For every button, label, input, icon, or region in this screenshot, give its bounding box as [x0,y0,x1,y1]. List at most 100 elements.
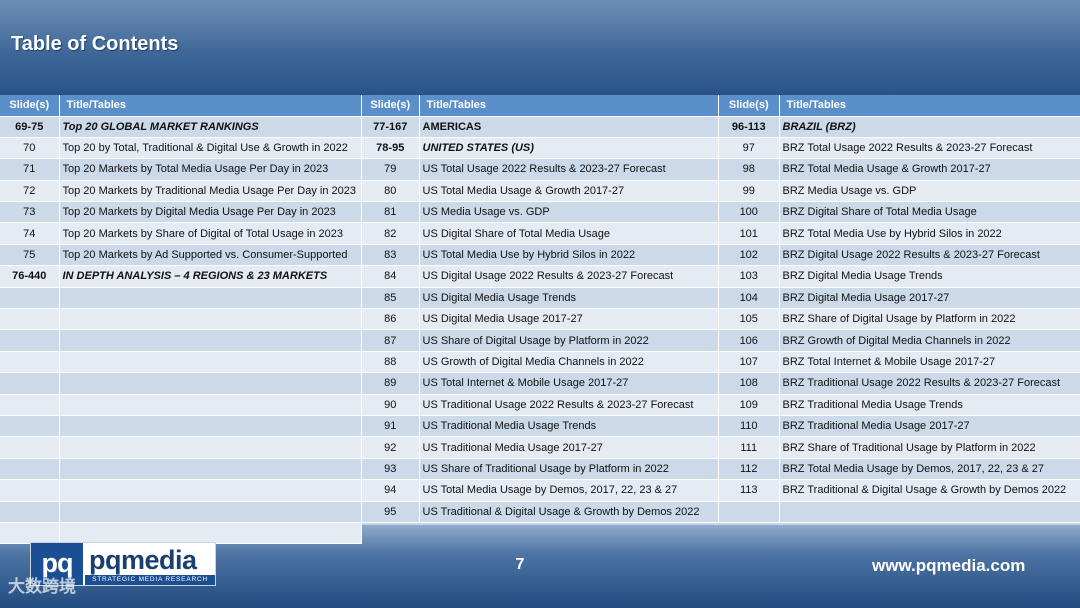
slide-number: 94 [362,479,420,502]
slide-column-header: Slide(s) [0,95,60,117]
toc-row [719,501,1080,523]
slide-number: 112 [719,458,780,481]
slide-title [59,479,362,502]
toc-row [0,372,362,395]
slide-column-header: Slide(s) [362,95,420,117]
slide-title: BRZ Share of Traditional Usage by Platfo… [779,436,1080,459]
slide-title: BRZ Traditional Media Usage Trends [779,394,1080,416]
slide-number [0,415,60,438]
slide-number: 76-440 [0,265,60,288]
slide-number: 100 [719,201,780,224]
slide-number: 93 [362,458,420,481]
toc-body: 69-75 Top 20 GLOBAL MARKET RANKINGS 70 Top … [0,116,362,545]
slide-number: 110 [719,415,780,438]
toc-row: 100 BRZ Digital Share of Total Media Usag… [719,201,1080,224]
slide-number: 79 [362,158,420,181]
toc-header-row: Slide(s) Title/Tables [362,95,719,117]
toc-row: 105 BRZ Share of Digital Usage by Platfor… [719,308,1080,331]
slide-number: 87 [362,329,420,352]
slide-title: BRZ Digital Share of Total Media Usage [779,201,1080,224]
slide-title [779,501,1080,523]
slide-title: US Total Internet & Mobile Usage 2017-27 [419,372,719,395]
toc-row: 89 US Total Internet & Mobile Usage 2017-… [362,372,719,395]
toc-row: 92 US Traditional Media Usage 2017-27 [362,436,719,459]
toc-row: 69-75 Top 20 GLOBAL MARKET RANKINGS [0,116,362,138]
toc-table-global: Slide(s) Title/Tables 69-75 Top 20 GLOBAL… [0,95,362,545]
toc-row [0,415,362,438]
slide-title: Top 20 Markets by Digital Media Usage Pe… [59,201,362,224]
toc-row: 74 Top 20 Markets by Share of Digital of … [0,222,362,245]
slide-title [59,522,362,545]
toc-body: 96-113 BRAZIL (BRZ) 97 BRZ Total Usage 2022… [719,116,1080,523]
slide-title: US Media Usage vs. GDP [419,201,719,224]
slide-number: 85 [362,287,420,310]
logo-tagline: STRATEGIC MEDIA RESEARCH [85,575,215,585]
slide-title: US Total Media Usage & Growth 2017-27 [419,180,719,203]
toc-header-row: Slide(s) Title/Tables [0,95,362,117]
slide-number: 109 [719,394,780,416]
slide-number [0,287,60,310]
slide-title: Top 20 Markets by Share of Digital of To… [59,222,362,245]
slide-title: US Share of Traditional Usage by Platfor… [419,458,719,481]
slide-title: Top 20 GLOBAL MARKET RANKINGS [59,116,362,138]
toc-row: 95 US Traditional & Digital Usage & Growt… [362,501,719,523]
slide-number [0,522,60,545]
toc-row: 75 Top 20 Markets by Ad Supported vs. Con… [0,244,362,267]
slide-number [0,329,60,352]
toc-row: 91 US Traditional Media Usage Trends [362,415,719,438]
slide-title: US Digital Share of Total Media Usage [419,222,719,245]
toc-row: 98 BRZ Total Media Usage & Growth 2017-27 [719,158,1080,181]
toc-row: 86 US Digital Media Usage 2017-27 [362,308,719,331]
title-column-header: Title/Tables [419,95,719,117]
slide-title: Top 20 Markets by Total Media Usage Per … [59,158,362,181]
slide-number [0,501,60,523]
toc-row: 110 BRZ Traditional Media Usage 2017-27 [719,415,1080,438]
toc-row: 82 US Digital Share of Total Media Usage [362,222,719,245]
site-url[interactable]: www.pqmedia.com [872,556,1025,576]
slide-title: US Total Media Usage by Demos, 2017, 22,… [419,479,719,502]
slide-number [0,479,60,502]
toc-header-row: Slide(s) Title/Tables [719,95,1080,117]
slide-number: 86 [362,308,420,331]
slide-title: US Digital Media Usage 2017-27 [419,308,719,331]
slide-number [0,372,60,395]
slide-column-header: Slide(s) [719,95,780,117]
toc-row: 78-95 UNITED STATES (US) [362,137,719,160]
slide-number: 69-75 [0,116,60,138]
toc-row: 76-440 IN DEPTH ANALYSIS – 4 REGIONS & 23… [0,265,362,288]
toc-row: 111 BRZ Share of Traditional Usage by Pla… [719,436,1080,459]
slide-number: 95 [362,501,420,523]
slide-title: UNITED STATES (US) [419,137,719,160]
slide-title: BRZ Share of Digital Usage by Platform i… [779,308,1080,331]
toc-table-americas: Slide(s) Title/Tables 77-167 AMERICAS 78-9… [362,95,719,523]
toc-row: 103 BRZ Digital Media Usage Trends [719,265,1080,288]
slide-title: BRZ Traditional Media Usage 2017-27 [779,415,1080,438]
toc-table-brazil: Slide(s) Title/Tables 96-113 BRAZIL (BRZ)… [719,95,1080,523]
toc-body: 77-167 AMERICAS 78-95 UNITED STATES (US) 79 U… [362,116,719,523]
slide-number: 99 [719,180,780,203]
slide-title [59,287,362,310]
slide-title: BRZ Digital Media Usage Trends [779,265,1080,288]
slide-number: 91 [362,415,420,438]
slide-title: BRZ Total Media Usage by Demos, 2017, 22… [779,458,1080,481]
slide-number: 83 [362,244,420,267]
toc-row [0,351,362,374]
slide-title: BRAZIL (BRZ) [779,116,1080,138]
slide-number: 71 [0,158,60,181]
toc-row: 109 BRZ Traditional Media Usage Trends [719,394,1080,416]
slide-number: 107 [719,351,780,374]
slide-number: 82 [362,222,420,245]
slide-number [0,308,60,331]
slide-title: BRZ Digital Usage 2022 Results & 2023-27… [779,244,1080,267]
toc-row: 83 US Total Media Use by Hybrid Silos in … [362,244,719,267]
title-column-header: Title/Tables [779,95,1080,117]
slide-number: 111 [719,436,780,459]
slide-number [0,458,60,481]
toc-row [0,308,362,331]
slide-number [0,436,60,459]
title-column-header: Title/Tables [59,95,362,117]
toc-row: 96-113 BRAZIL (BRZ) [719,116,1080,138]
slide-number: 80 [362,180,420,203]
slide-number: 101 [719,222,780,245]
slide-title: IN DEPTH ANALYSIS – 4 REGIONS & 23 MARKE… [59,265,362,288]
